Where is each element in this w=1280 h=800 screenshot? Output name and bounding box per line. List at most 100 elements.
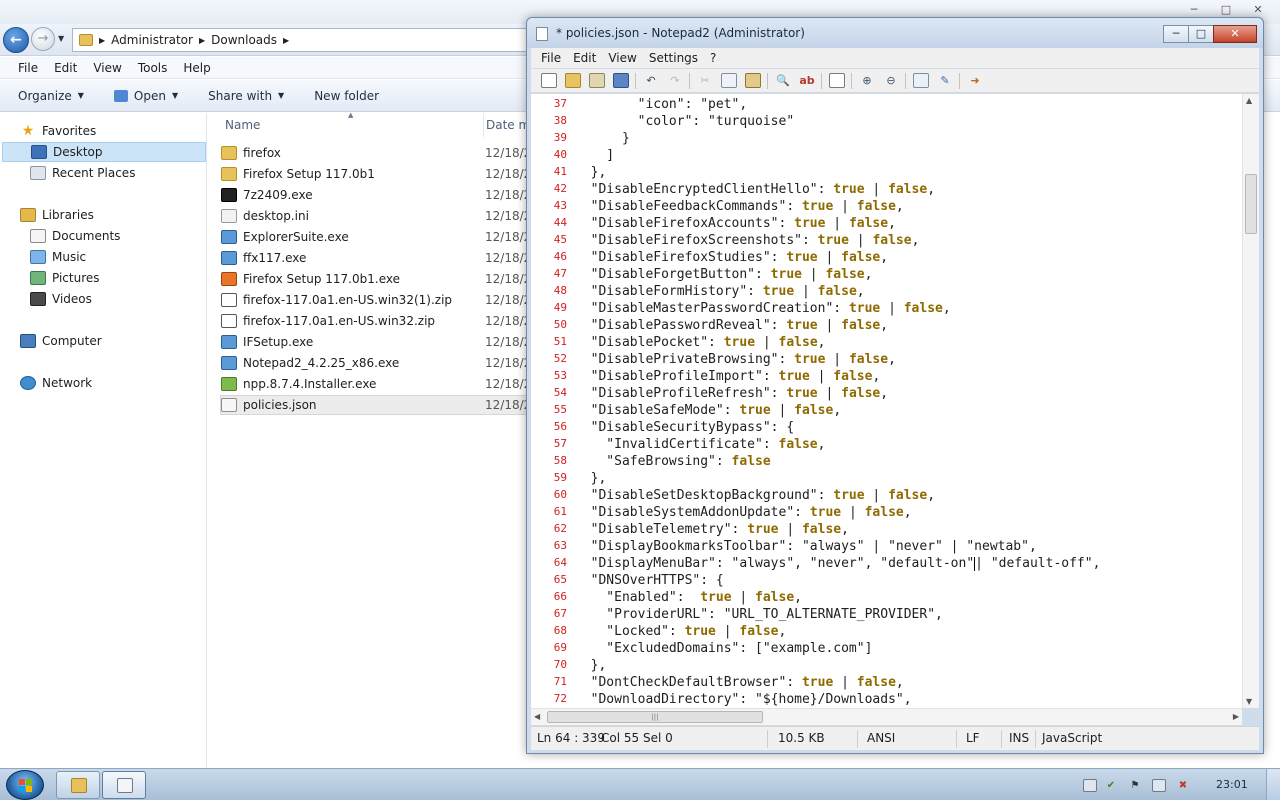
horizontal-scrollbar[interactable]: ◀ ||| ▶ [531,708,1242,725]
nav-recent-places[interactable]: Recent Places [30,163,135,183]
scroll-thumb[interactable]: ||| [547,711,763,723]
zoom-in-icon[interactable]: ⊕ [859,73,875,88]
start-button[interactable] [6,770,44,800]
code-line[interactable]: "ProviderURL": "URL_TO_ALTERNATE_PROVIDE… [575,606,943,623]
vertical-scrollbar[interactable]: ▲ ▼ [1242,94,1259,708]
file-row[interactable]: npp.8.7.4.Installer.exe 12/18/2 [221,374,539,394]
new-file-icon[interactable] [541,73,557,88]
code-line[interactable]: "DisableForgetButton": true | false, [575,266,873,283]
code-line[interactable]: "DisableFirefoxStudies": true | false, [575,249,888,266]
code-line[interactable]: }, [575,164,607,181]
zoom-out-icon[interactable]: ⊖ [883,73,899,88]
undo-icon[interactable]: ↶ [643,73,659,88]
menu-file[interactable]: File [18,61,38,75]
code-line[interactable]: "Locked": true | false, [575,623,786,640]
recent-pages-dropdown[interactable]: ▼ [58,34,64,43]
scroll-down-icon[interactable]: ▼ [1246,697,1252,706]
code-line[interactable]: "color": "turquoise" [575,113,795,130]
chevron-right-icon[interactable]: ▶ [99,36,105,45]
code-line[interactable]: "DontCheckDefaultBrowser": true | false, [575,674,904,691]
column-header-date[interactable]: Date m [486,113,530,137]
code-line[interactable]: "DisableSetDesktopBackground": true | fa… [575,487,935,504]
menu-help[interactable]: Help [183,61,210,75]
file-row[interactable]: Firefox Setup 117.0b1 12/18/2 [221,164,539,184]
code-line[interactable]: "Enabled": true | false, [575,589,802,606]
paste-icon[interactable] [745,73,761,88]
code-line[interactable]: "icon": "pet", [575,96,748,113]
menu-view[interactable]: View [93,61,121,75]
code-line[interactable]: "DisablePrivateBrowsing": true | false, [575,351,896,368]
redo-icon[interactable]: ↷ [667,73,683,88]
menu-view[interactable]: View [608,51,636,65]
save-icon[interactable] [613,73,629,88]
scroll-up-icon[interactable]: ▲ [1246,96,1252,105]
breadcrumb-item[interactable]: Administrator [111,33,193,47]
nav-desktop[interactable]: Desktop [2,142,206,162]
menu-edit[interactable]: Edit [54,61,77,75]
column-header-name[interactable]: Name [225,113,260,137]
file-row[interactable]: policies.json 12/18/2 [220,395,538,415]
tray-device-icon[interactable] [1083,779,1097,792]
action-center-flag-icon[interactable]: ⚑ [1128,779,1142,792]
address-breadcrumb[interactable]: ▶ Administrator ▶ Downloads ▶ [72,28,532,52]
customize-schemes-icon[interactable]: ✎ [937,73,953,88]
file-row[interactable]: IFSetup.exe 12/18/2 [221,332,539,352]
status-line-ending[interactable]: LF [966,731,980,745]
system-clock[interactable]: 23:01 [1216,778,1248,791]
code-line[interactable]: "DisableSafeMode": true | false, [575,402,842,419]
volume-muted-icon[interactable]: ✖ [1176,779,1190,792]
file-row[interactable]: desktop.ini 12/18/2 [221,206,539,226]
file-row[interactable]: firefox 12/18/2 [221,143,539,163]
nav-favorites[interactable]: ★ Favorites [20,121,97,141]
code-line[interactable]: } [575,130,630,147]
code-line[interactable]: ] [575,147,614,164]
code-line[interactable]: "DNSOverHTTPS": { [575,572,724,589]
close-button[interactable]: ✕ [1213,25,1257,43]
code-line[interactable]: }, [575,657,607,674]
chevron-right-icon[interactable]: ▶ [199,36,205,45]
code-line[interactable]: "DisableEncryptedClientHello": true | fa… [575,181,935,198]
exit-icon[interactable]: ➜ [967,73,983,88]
file-row[interactable]: Notepad2_4.2.25_x86.exe 12/18/2 [221,353,539,373]
notepad-titlebar[interactable]: * policies.json - Notepad2 (Administrato… [527,18,1263,48]
code-line[interactable]: "DisablePocket": true | false, [575,334,826,351]
new-folder-button[interactable]: New folder [314,89,379,103]
code-line[interactable]: "SafeBrowsing": false [575,453,770,470]
minimize-button[interactable]: ─ [1163,25,1188,43]
nav-music[interactable]: Music [30,247,86,267]
code-line[interactable]: "DisplayMenuBar": "always", "never", "de… [575,555,1101,572]
scroll-left-icon[interactable]: ◀ [534,712,540,721]
column-divider[interactable] [483,113,484,137]
nav-documents[interactable]: Documents [30,226,120,246]
nav-videos[interactable]: Videos [30,289,92,309]
status-encoding[interactable]: ANSI [867,731,895,745]
cut-icon[interactable]: ✂ [697,73,713,88]
tray-security-icon[interactable]: ✔ [1104,779,1118,792]
code-line[interactable]: "DisableProfileImport": true | false, [575,368,881,385]
scroll-thumb[interactable] [1245,174,1257,234]
copy-icon[interactable] [721,73,737,88]
file-row[interactable]: ffx117.exe 12/18/2 [221,248,539,268]
code-line[interactable]: "DisplayBookmarksToolbar": "always" | "n… [575,538,1037,555]
code-line[interactable]: "DisableFeedbackCommands": true | false, [575,198,904,215]
code-line[interactable]: "DisablePasswordReveal": true | false, [575,317,888,334]
browse-icon[interactable] [589,73,605,88]
file-row[interactable]: ExplorerSuite.exe 12/18/2 [221,227,539,247]
code-line[interactable]: "DisableSecurityBypass": { [575,419,795,436]
code-line[interactable]: "DisableFirefoxScreenshots": true | fals… [575,232,920,249]
status-lexer[interactable]: JavaScript [1042,731,1102,745]
code-line[interactable]: "DisableFormHistory": true | false, [575,283,865,300]
back-button[interactable]: ← [3,27,29,53]
code-line[interactable]: "DisableMasterPasswordCreation": true | … [575,300,951,317]
show-desktop-button[interactable] [1266,769,1280,800]
chevron-right-icon[interactable]: ▶ [283,36,289,45]
code-line[interactable]: "DownloadDirectory": "${home}/Downloads"… [575,691,912,708]
word-wrap-icon[interactable] [829,73,845,88]
open-button[interactable]: Open ▼ [113,89,178,103]
organize-button[interactable]: Organize ▼ [18,89,84,103]
code-line[interactable]: "DisableTelemetry": true | false, [575,521,849,538]
share-with-button[interactable]: Share with ▼ [208,89,284,103]
taskbar-notepad2-button[interactable] [102,771,146,799]
code-line[interactable]: "DisableProfileRefresh": true | false, [575,385,888,402]
code-line[interactable]: "ExcludedDomains": ["example.com"] [575,640,872,657]
